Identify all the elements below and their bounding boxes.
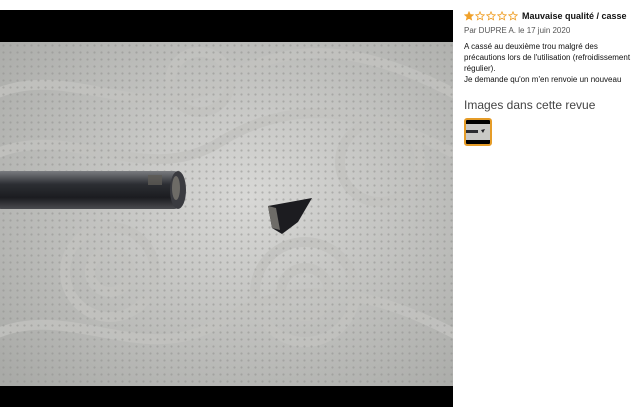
review-panel: Mauvaise qualité / casse Par DUPRE A. le… (464, 9, 640, 146)
review-header: Mauvaise qualité / casse (464, 9, 640, 23)
star-empty-icon (475, 11, 485, 21)
star-filled-icon (464, 11, 474, 21)
star-rating (464, 11, 519, 21)
star-empty-icon (497, 11, 507, 21)
review-body-line: précautions lors de l'utilisation (refro… (464, 53, 631, 62)
review-body: A cassé au deuxième trou malgré des préca… (464, 41, 640, 85)
review-body-line: A cassé au deuxième trou malgré des (464, 42, 598, 51)
star-empty-icon (508, 11, 518, 21)
star-empty-icon (486, 11, 496, 21)
review-title[interactable]: Mauvaise qualité / casse (522, 11, 627, 21)
review-photo (0, 42, 453, 386)
thumbnail-image (466, 120, 490, 144)
review-body-line: régulier). (464, 64, 496, 73)
image-viewer (0, 10, 453, 407)
review-image-thumbnail[interactable] (464, 118, 492, 146)
images-section-heading: Images dans cette revue (464, 98, 596, 112)
review-body-line: Je demande qu'on m'en renvoie un nouveau (464, 75, 622, 84)
review-byline: Par DUPRE A. le 17 juin 2020 (464, 26, 571, 35)
